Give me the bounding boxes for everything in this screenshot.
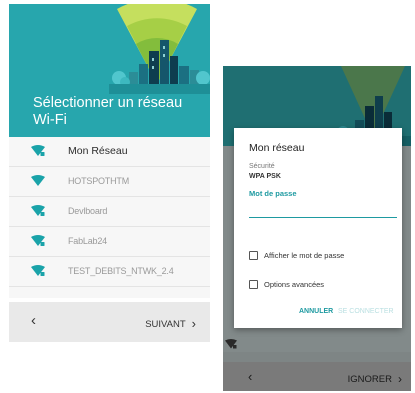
next-button[interactable]: SUIVANT › — [145, 315, 196, 331]
page-title: Sélectionner un réseau Wi-Fi — [33, 95, 183, 128]
ignore-button[interactable]: IGNORER › — [347, 371, 402, 386]
network-name: Mon Réseau — [68, 145, 128, 157]
checkbox-icon — [249, 280, 258, 289]
network-name: TEST_DEBITS_NTWK_2.4 — [68, 266, 174, 276]
security-label: Sécurité — [249, 163, 275, 170]
connect-button[interactable]: SE CONNECTER — [338, 308, 394, 315]
security-value: WPA PSK — [249, 173, 281, 180]
password-label: Mot de passe — [249, 189, 297, 198]
advanced-options-checkbox[interactable]: Options avancées — [249, 279, 399, 293]
chevron-right-icon: › — [398, 372, 402, 386]
header-banner: Sélectionner un réseau Wi-Fi — [9, 4, 210, 137]
back-button[interactable]: ‹ — [31, 312, 36, 329]
network-item[interactable]: TEST_DEBITS_NTWK_2.4 — [9, 257, 210, 287]
network-item[interactable]: HOTSPOTHTM — [9, 167, 210, 197]
checkbox-icon — [249, 251, 258, 260]
wifi-setup-screen: Sélectionner un réseau Wi-Fi Mon Réseau … — [9, 4, 210, 342]
wifi-lock-icon — [31, 235, 45, 246]
wifi-lock-icon — [225, 339, 237, 349]
dialog-title: Mon réseau — [249, 142, 305, 154]
advanced-options-label: Options avancées — [264, 280, 325, 289]
wifi-lock-icon — [31, 145, 45, 156]
chevron-right-icon: › — [191, 316, 196, 331]
ignore-label: IGNORER — [347, 374, 392, 385]
show-password-checkbox[interactable]: Afficher le mot de passe — [249, 250, 399, 264]
network-item[interactable]: Devlboard — [9, 197, 210, 227]
next-label: SUIVANT — [145, 319, 186, 330]
network-name: HOTSPOTHTM — [68, 176, 129, 186]
navigation-bar: ‹ SUIVANT › — [9, 302, 210, 342]
network-item[interactable]: FabLab24 — [9, 227, 210, 257]
network-item[interactable]: Mon Réseau — [9, 137, 210, 167]
cancel-button[interactable]: ANNULER — [299, 308, 333, 315]
navigation-bar: ‹ IGNORER › — [223, 362, 411, 391]
wifi-password-dialog: Mon réseau Sécurité WPA PSK Mot de passe… — [234, 128, 402, 328]
network-name: Devlboard — [68, 206, 108, 216]
network-list: Mon Réseau HOTSPOTHTM Devlboard FabLab24… — [9, 137, 210, 298]
network-name: FabLab24 — [68, 236, 107, 246]
back-button[interactable]: ‹ — [248, 369, 252, 384]
password-dialog-screen: ‹ IGNORER › Mon réseau Sécurité WPA PSK M… — [223, 66, 411, 391]
show-password-label: Afficher le mot de passe — [264, 251, 345, 260]
city-wifi-illustration — [109, 4, 210, 94]
wifi-lock-icon — [31, 265, 45, 276]
password-input[interactable] — [249, 200, 397, 218]
wifi-icon — [31, 175, 45, 186]
wifi-lock-icon — [31, 205, 45, 216]
